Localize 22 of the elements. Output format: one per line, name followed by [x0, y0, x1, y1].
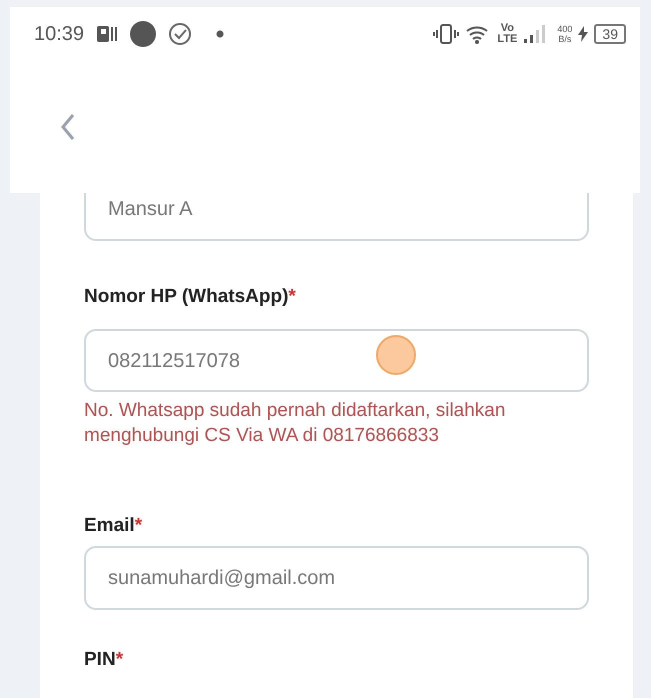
vibrate-icon [433, 22, 460, 44]
record-dot-icon [130, 20, 156, 46]
touch-indicator-icon [375, 334, 417, 376]
signal-icon [523, 24, 548, 44]
status-time: 10:39 [34, 22, 84, 46]
battery-indicator: 39 [594, 24, 626, 44]
charging-icon [578, 26, 588, 42]
error-message: No. Whatsapp sudah pernah didaftarkan, silahkan menghubungi CS Via WA di 08176866833 [84, 399, 506, 448]
speed-value: 400 [557, 24, 572, 34]
dot-icon [216, 30, 224, 38]
field-label: Email* [84, 514, 144, 538]
phone-field[interactable]: 082112517078 [84, 329, 589, 392]
text-field[interactable]: Mansur A [84, 193, 589, 241]
parking-icon [96, 24, 118, 44]
lte-label: LTE [497, 34, 518, 44]
email-field[interactable]: sunamuhardi@gmail.com [84, 546, 589, 610]
field-label: PIN* [84, 648, 124, 672]
speed-unit: B/s [558, 34, 572, 44]
field-label: Nomor HP (WhatsApp)* [84, 285, 297, 309]
check-circle-icon [168, 22, 192, 46]
volte-label: Vo [500, 22, 514, 34]
back-icon[interactable] [60, 112, 76, 140]
